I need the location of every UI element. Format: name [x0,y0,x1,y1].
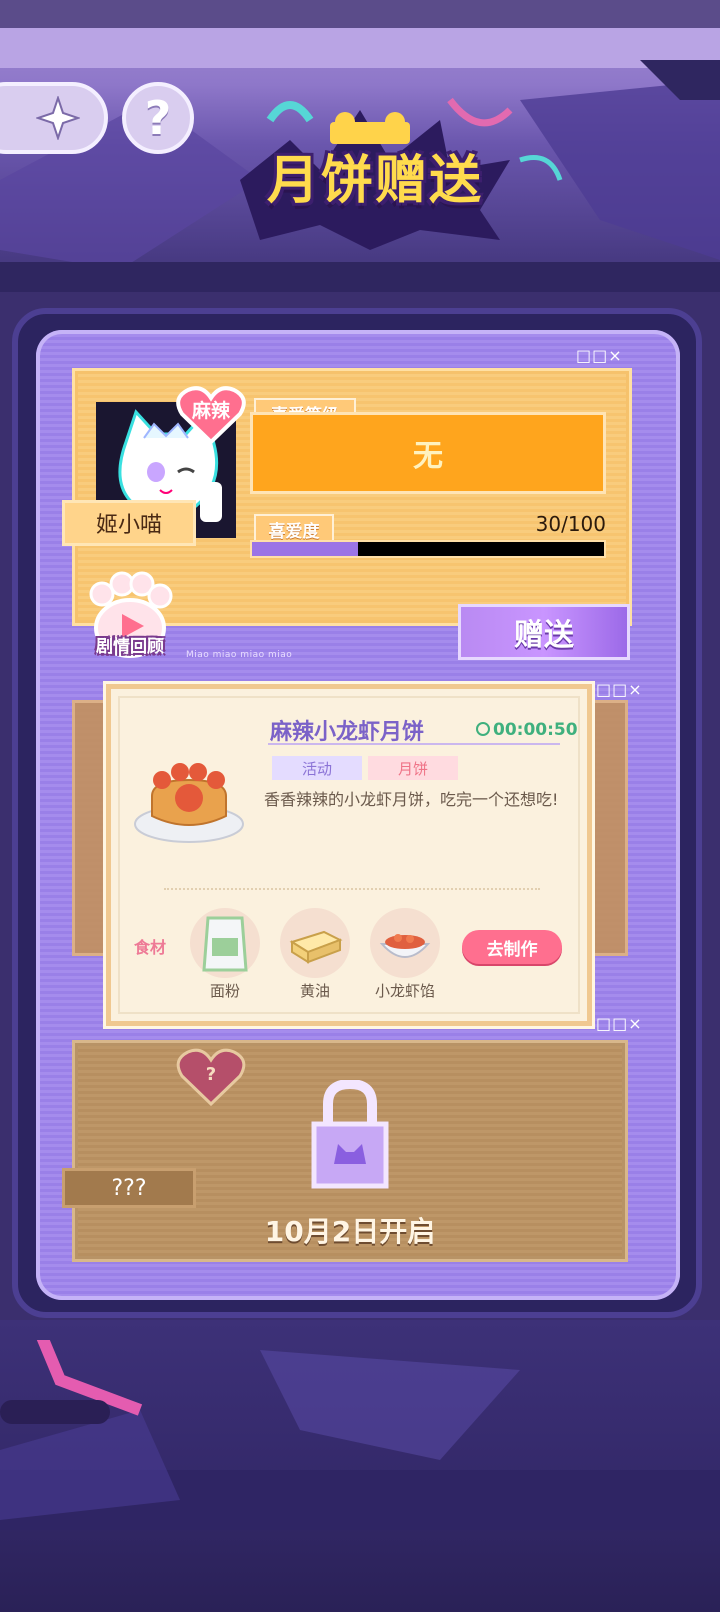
locked-heart-mark: ? [205,1064,217,1085]
divider [164,888,540,890]
affection-progress-fill [252,542,358,556]
ingredient-name-flour: 面粉 [209,982,240,1000]
window-controls: □□× [576,346,623,365]
ingredient-flour[interactable] [190,908,260,978]
ingredient-butter[interactable] [280,908,350,978]
window-controls-2: □□× [596,680,643,699]
back-button[interactable] [0,82,108,154]
affection-value: 30/100 [535,512,606,536]
unlock-date: 10月2日开启 [264,1215,436,1248]
tiny-caption: Miao miao miao miao [186,650,293,660]
tag-activity: 活动 [272,756,362,780]
title-underline [268,743,560,745]
flavor-badge: 麻辣 [191,400,230,422]
top-strip [0,0,720,28]
affection-level-value: 无 [250,412,606,494]
window-controls-3: □□× [596,1014,643,1033]
dish-description: 香香辣辣的小龙虾月饼，吃完一个还想吃! [264,790,559,809]
lock-icon [311,1080,389,1189]
gift-button[interactable]: 赠送 [458,604,630,660]
question-mark-icon: ? [144,91,172,145]
ingredient-name-crayfish: 小龙虾馅 [374,982,435,1000]
locked-character-name: ??? [62,1168,196,1208]
ingredients-label: 食材 [134,938,167,957]
page-title: 月饼赠送 [266,151,483,211]
ingredient-crayfish-filling[interactable] [370,908,440,978]
tag-mooncake: 月饼 [368,756,458,780]
character-name: 姬小喵 [62,500,196,546]
sparkle-back-icon [36,96,80,140]
floor-decoration [0,1340,520,1520]
clock-icon [476,722,490,736]
story-review-label: 剧情回顾 [96,637,164,657]
ingredient-name-butter: 黄油 [299,982,330,1000]
butter-icon [289,930,343,964]
countdown-timer: 00:00:50 [476,720,578,740]
go-make-button[interactable]: 去制作 [462,930,562,964]
flour-bag-icon [202,916,248,972]
header-bottom-bar [0,262,720,292]
help-button[interactable]: ? [122,82,194,154]
timer-value: 00:00:50 [493,720,578,740]
dish-name: 麻辣小龙虾月饼 [270,720,425,745]
crayfish-mooncake-icon [134,763,244,843]
crayfish-bowl-icon [379,934,431,958]
